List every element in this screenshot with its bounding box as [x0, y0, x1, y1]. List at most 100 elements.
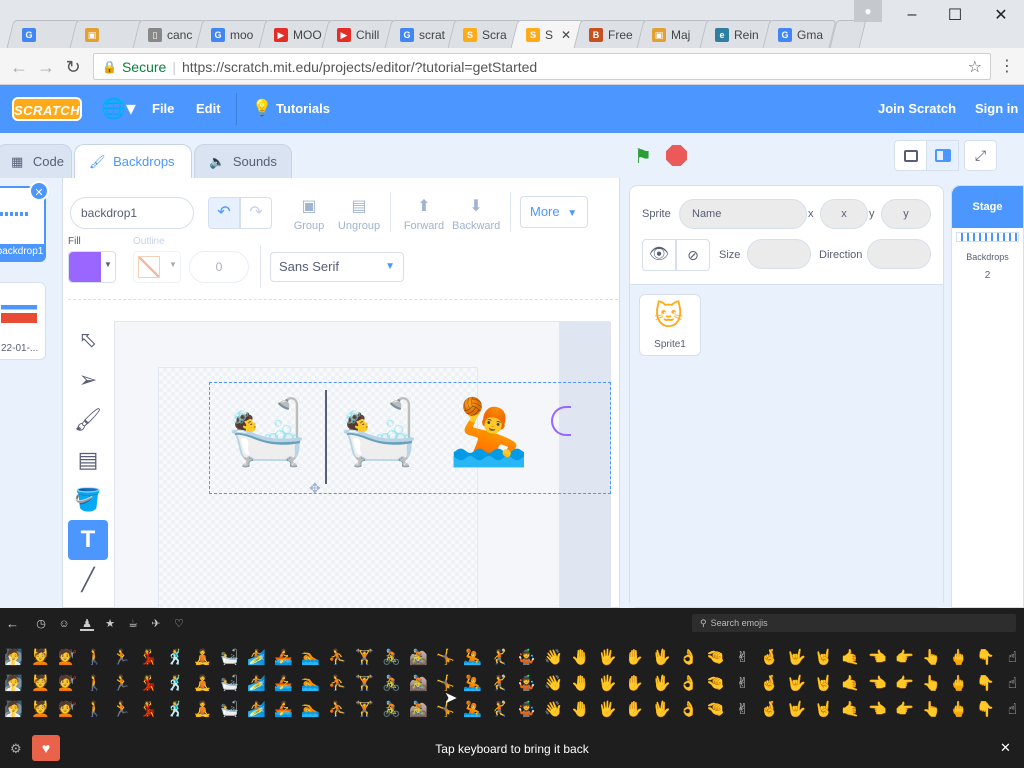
emoji-key[interactable]: ☝	[999, 674, 1024, 696]
food-category-icon[interactable]: ☕	[126, 617, 140, 631]
emoji-key[interactable]: 🏋	[351, 700, 378, 722]
sprite-name-input[interactable]: Name	[679, 199, 807, 229]
emoji-key[interactable]: 💃	[135, 700, 162, 722]
emoji-key[interactable]: ☝	[999, 700, 1024, 722]
emoji-key[interactable]: 👇	[972, 674, 999, 696]
emoji-key[interactable]: 🛀	[216, 648, 243, 670]
emoji-key[interactable]: ⛹	[324, 648, 351, 670]
profile-icon[interactable]: ●	[854, 0, 882, 22]
emoji-key[interactable]: 🤙	[837, 700, 864, 722]
emoji-key[interactable]: 💇	[54, 648, 81, 670]
emoji-key[interactable]: 🤙	[837, 674, 864, 696]
font-dropdown[interactable]: Sans Serif ▼	[270, 252, 404, 282]
emoji-key[interactable]: 🤘	[810, 648, 837, 670]
delete-backdrop-button[interactable]: ✕	[29, 181, 49, 201]
maximize-button[interactable]: ☐	[932, 0, 978, 30]
emoji-key[interactable]: 🤾	[486, 648, 513, 670]
emoji-key[interactable]: ✌	[729, 700, 756, 722]
emoji-key[interactable]: 🏄	[243, 674, 270, 696]
emoji-key[interactable]: 💆	[27, 674, 54, 696]
emoji-key[interactable]: 👉	[891, 700, 918, 722]
emoji-key[interactable]: 🖕	[945, 674, 972, 696]
emoji-key[interactable]: 👌	[675, 648, 702, 670]
undo-button[interactable]: ↶	[208, 197, 240, 229]
emoji-key[interactable]: 🖕	[945, 700, 972, 722]
green-flag-button[interactable]: ⚑	[634, 144, 652, 169]
emoji-key[interactable]: 👆	[918, 648, 945, 670]
outline-width-input[interactable]: 0	[189, 251, 249, 283]
emoji-key[interactable]: ✋	[621, 674, 648, 696]
emoji-key[interactable]: 🖖	[648, 674, 675, 696]
emoji-key[interactable]: 🏋	[351, 648, 378, 670]
emoji-key[interactable]: 🤘	[810, 674, 837, 696]
emoji-key[interactable]: 💃	[135, 674, 162, 696]
size-input[interactable]	[747, 239, 811, 269]
emoji-key[interactable]: 👈	[864, 648, 891, 670]
stage-pane[interactable]: Stage Backdrops 2	[951, 185, 1024, 608]
emoji-key[interactable]: 🧖	[0, 674, 27, 696]
emoji-key[interactable]: ✌	[729, 674, 756, 696]
emoji-key[interactable]: 🚶	[81, 674, 108, 696]
more-button[interactable]: More ▼	[520, 196, 588, 228]
emoji-key[interactable]: 🤽	[459, 648, 486, 670]
tab-code[interactable]: ▦ Code	[0, 144, 72, 178]
emoji-key[interactable]: 🛀	[216, 674, 243, 696]
emoji-key[interactable]: 🤘	[810, 700, 837, 722]
normal-stage-button[interactable]	[926, 140, 959, 171]
group-button[interactable]: ▣ Group	[290, 196, 328, 232]
people-category-icon[interactable]: ♟	[80, 617, 94, 631]
emoji-key[interactable]: 🖖	[648, 648, 675, 670]
emoji-key[interactable]: 🤞	[756, 700, 783, 722]
emoji-key[interactable]: 👉	[891, 648, 918, 670]
scratch-logo[interactable]: SCRATCH	[12, 97, 82, 121]
show-sprite-button[interactable]: 👁	[642, 239, 676, 271]
y-input[interactable]: y	[881, 199, 931, 229]
reload-button[interactable]: ↻	[62, 56, 84, 78]
tab-sounds[interactable]: 🔈 Sounds	[194, 144, 292, 178]
stop-button[interactable]	[666, 145, 687, 166]
emoji-key[interactable]: 🤽	[459, 700, 486, 722]
menu-icon[interactable]: ⋮	[996, 56, 1018, 78]
emoji-key[interactable]: 🤏	[702, 700, 729, 722]
omnibox[interactable]: 🔒 Secure | https://scratch.mit.edu/proje…	[93, 53, 991, 80]
new-tab-button[interactable]	[829, 20, 867, 48]
sprite-tile[interactable]: 🐱 Sprite1	[639, 294, 701, 356]
ungroup-button[interactable]: ▤ Ungroup	[336, 196, 382, 232]
rotate-handle-icon[interactable]: ✥	[309, 480, 321, 497]
emoji-key[interactable]: 💇	[54, 674, 81, 696]
emoji-key[interactable]: 🧘	[189, 700, 216, 722]
emoji-key[interactable]: ☝	[999, 648, 1024, 670]
emoji-key[interactable]: 🤚	[567, 700, 594, 722]
forward-button[interactable]: →	[35, 56, 57, 78]
tutorials-button[interactable]: Tutorials	[276, 85, 330, 133]
emoji-key[interactable]: 🚵	[405, 700, 432, 722]
emoji-key[interactable]: 🤞	[756, 648, 783, 670]
fill-color-picker[interactable]: ▼	[68, 251, 116, 283]
back-button[interactable]: ←	[8, 56, 30, 78]
emoji-key[interactable]: 🤏	[702, 674, 729, 696]
emoji-key[interactable]: 👈	[864, 674, 891, 696]
emoji-key[interactable]: 🤾	[486, 700, 513, 722]
edit-menu[interactable]: Edit	[196, 85, 221, 133]
emoji-key[interactable]: 🧖	[0, 700, 27, 722]
emoji-key[interactable]: 🤽	[459, 674, 486, 696]
star-icon[interactable]: ☆	[968, 57, 982, 77]
costume-name-input[interactable]: backdrop1	[70, 197, 194, 229]
file-menu[interactable]: File	[152, 85, 174, 133]
emoji-key[interactable]: 🤹	[513, 700, 540, 722]
emoji-key[interactable]: 💃	[135, 648, 162, 670]
emoji-key[interactable]: 🖐	[594, 648, 621, 670]
redo-button[interactable]: ↷	[240, 197, 272, 229]
travel-category-icon[interactable]: ✈	[149, 617, 163, 631]
emoji-key[interactable]: 🖕	[945, 648, 972, 670]
emoji-key[interactable]: 👇	[972, 700, 999, 722]
emoji-key[interactable]: 🚶	[81, 648, 108, 670]
close-window-button[interactable]: ✕	[978, 0, 1024, 30]
backward-button[interactable]: ⬇ Backward	[452, 196, 500, 232]
emoji-key[interactable]: 🚣	[270, 700, 297, 722]
emoji-key[interactable]: 🕺	[162, 674, 189, 696]
sign-in-link[interactable]: Sign in	[975, 85, 1018, 133]
backdrop-item-2[interactable]: 22-01-...	[0, 282, 46, 360]
fill-tool[interactable]: 🪣	[70, 482, 106, 518]
emoji-key[interactable]: 🏄	[243, 700, 270, 722]
